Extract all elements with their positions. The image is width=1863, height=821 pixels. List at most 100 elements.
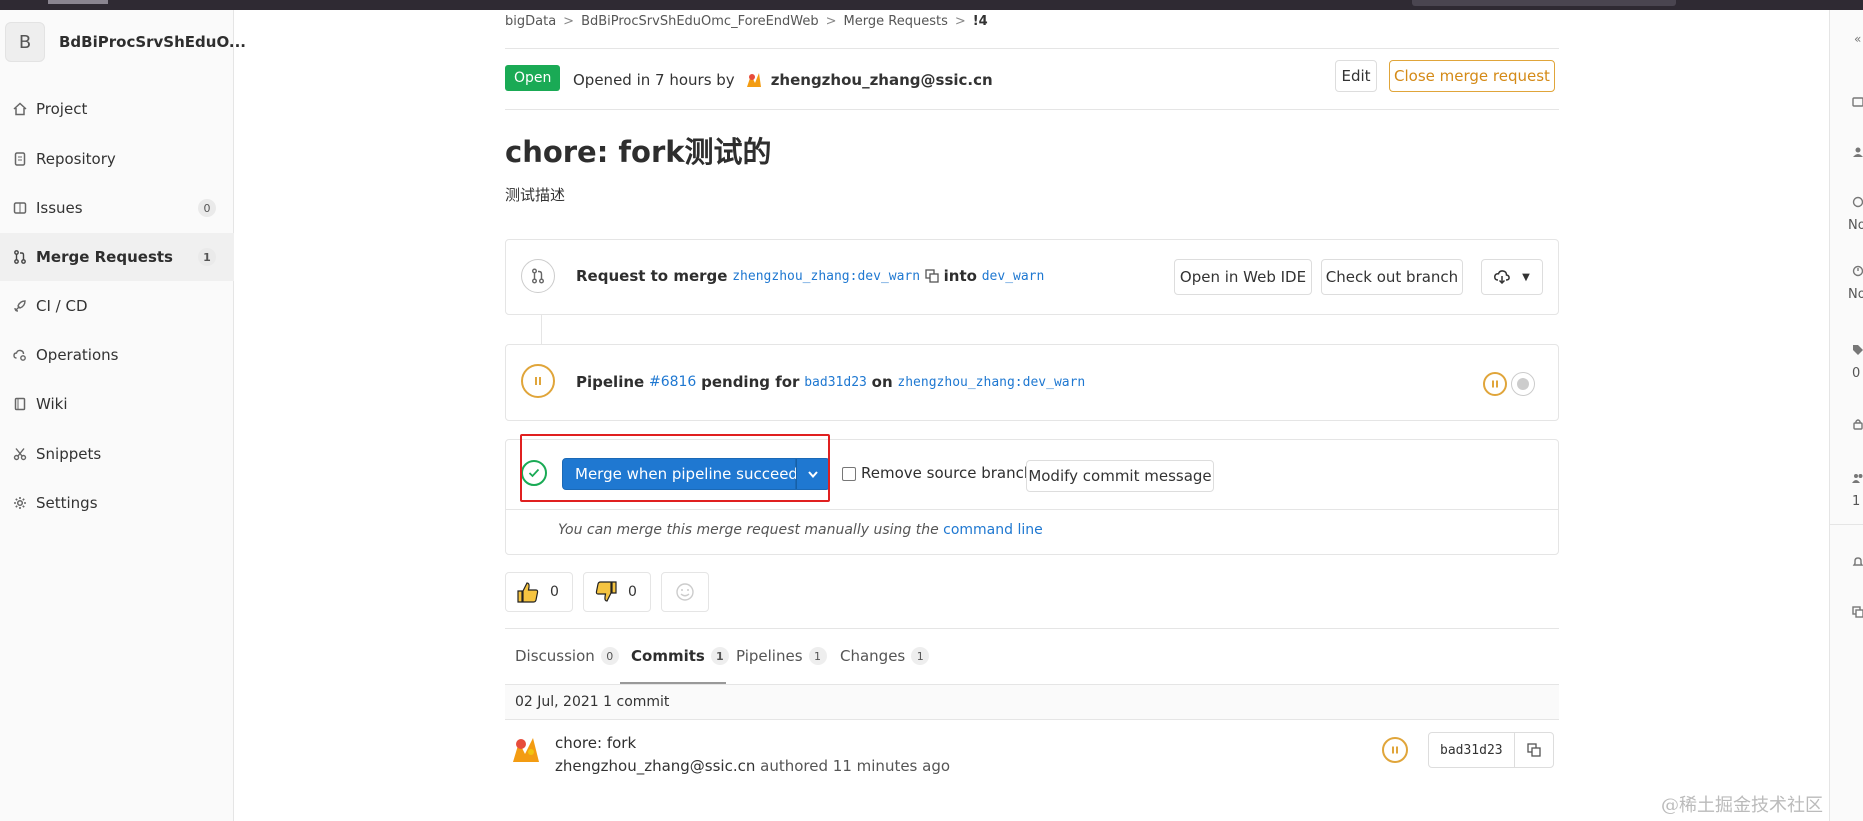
breadcrumb: bigData > BdBiProcSrvShEduOmc_ForeEndWeb > M… <box>505 14 988 29</box>
notifications-icon[interactable] <box>1852 556 1863 570</box>
remove-source-branch-checkbox[interactable] <box>842 467 856 481</box>
commit-pipeline-pending-icon[interactable] <box>1382 737 1408 763</box>
tab-count: 1 <box>808 647 827 665</box>
participants-count: 1 <box>1852 494 1861 509</box>
milestone-icon[interactable] <box>1852 196 1863 210</box>
sidebar-item-wiki[interactable]: Wiki <box>0 380 234 428</box>
tab-commits[interactable]: Commits 1 <box>631 647 729 665</box>
tab-changes[interactable]: Changes 1 <box>840 647 930 665</box>
thumbs-up-award-button[interactable]: 0 <box>505 572 573 612</box>
sidebar-item-label: Wiki <box>36 395 68 413</box>
issues-count-badge: 0 <box>198 199 216 217</box>
check-out-branch-button[interactable]: Check out branch <box>1321 259 1463 295</box>
thumbs-up-count: 0 <box>550 584 559 600</box>
commit-date-header: 02 Jul, 2021 1 commit <box>505 684 1559 720</box>
connector-line <box>541 315 542 344</box>
download-dropdown-button[interactable]: ▼ <box>1481 259 1543 295</box>
top-navbar <box>0 0 1863 10</box>
close-merge-request-button[interactable]: Close merge request <box>1389 60 1555 92</box>
breadcrumb-project[interactable]: BdBiProcSrvShEduOmc_ForeEndWeb <box>581 14 819 29</box>
merge-request-tabs: Discussion 0 Commits 1 Pipelines 1 Changes 1 <box>505 628 1559 685</box>
status-badge: Open <box>505 65 561 91</box>
thumbs-down-award-button[interactable]: 0 <box>583 572 651 612</box>
tab-count: 0 <box>600 647 619 665</box>
copy-sha-button[interactable] <box>1515 733 1553 767</box>
sidebar-item-snippets[interactable]: Snippets <box>0 430 234 478</box>
commit-sha-button[interactable]: bad31d23 <box>1429 733 1515 767</box>
breadcrumb-mr-id[interactable]: !4 <box>973 14 988 29</box>
collapse-icon[interactable]: « <box>1854 32 1863 46</box>
mr-description: 测试描述 <box>505 186 566 204</box>
author-name[interactable]: zhengzhou_zhang@ssic.cn <box>771 71 993 89</box>
stage-pending-icon[interactable] <box>1483 372 1507 396</box>
sidebar-item-ci-cd[interactable]: CI / CD <box>0 282 234 330</box>
time-tracking-value: No <box>1848 287 1863 302</box>
commit-author-avatar[interactable] <box>509 732 543 766</box>
pipeline-pending-icon[interactable] <box>521 364 555 398</box>
divider <box>505 48 1559 49</box>
sidebar-item-label: Settings <box>36 494 98 512</box>
lock-icon[interactable] <box>1852 418 1863 432</box>
authored-text: authored <box>760 757 829 775</box>
author-avatar[interactable] <box>743 69 765 91</box>
doc-icon <box>12 151 28 167</box>
labels-value: 0 <box>1852 366 1861 381</box>
manual-merge-text: You can merge this merge request manuall… <box>558 522 939 538</box>
sidebar-item-issues[interactable]: Issues 0 <box>0 184 234 232</box>
sidebar-item-settings[interactable]: Settings <box>0 479 234 527</box>
search-input[interactable] <box>1412 0 1676 6</box>
commit-title[interactable]: chore: fork <box>555 734 636 752</box>
stage-created-icon[interactable] <box>1511 372 1535 396</box>
sidebar-item-merge-requests[interactable]: Merge Requests 1 <box>0 233 234 281</box>
merge-requests-count-badge: 1 <box>198 248 216 266</box>
copy-reference-icon[interactable] <box>1852 606 1863 620</box>
annotation-highlight-box <box>520 434 830 502</box>
sidebar-item-label: Issues <box>36 199 83 217</box>
book-icon <box>12 396 28 412</box>
sidebar-item-label: Repository <box>36 150 116 168</box>
commit-time: 11 minutes ago <box>832 757 951 775</box>
modify-commit-message-button[interactable]: Modify commit message <box>1026 460 1214 492</box>
gitlab-logo[interactable] <box>48 0 108 4</box>
source-branch[interactable]: zhengzhou_zhang:dev_warn <box>732 269 920 284</box>
home-icon <box>12 101 28 117</box>
pipeline-id-link[interactable]: #6816 <box>649 374 696 390</box>
thumbs-down-icon <box>595 581 617 602</box>
tab-pipelines[interactable]: Pipelines 1 <box>736 647 827 665</box>
pipeline-prefix: Pipeline <box>576 373 645 391</box>
commit-author[interactable]: zhengzhou_zhang@ssic.cn <box>555 757 755 775</box>
remove-source-branch-label[interactable]: Remove source branch <box>861 464 1033 482</box>
project-avatar: B <box>5 22 45 62</box>
todo-icon[interactable] <box>1852 96 1863 110</box>
sidebar-item-project[interactable]: Project <box>0 85 234 133</box>
page-title: chore: fork测试的 <box>505 135 772 169</box>
pipeline-ref-link[interactable]: zhengzhou_zhang:dev_warn <box>897 375 1085 390</box>
add-reaction-button[interactable] <box>661 572 709 612</box>
opened-info: Opened in 7 hours by zhengzhou_zhang@ssi… <box>573 69 993 91</box>
participants-icon[interactable] <box>1852 472 1863 486</box>
assignee-icon[interactable] <box>1852 146 1863 160</box>
target-branch[interactable]: dev_warn <box>982 269 1045 284</box>
sidebar-item-operations[interactable]: Operations <box>0 331 234 379</box>
divider <box>506 509 1558 510</box>
labels-icon[interactable] <box>1852 344 1863 358</box>
breadcrumb-merge-requests[interactable]: Merge Requests <box>844 14 948 29</box>
tab-label: Pipelines <box>736 647 803 665</box>
command-line-link[interactable]: command line <box>943 522 1043 538</box>
edit-button[interactable]: Edit <box>1335 60 1377 92</box>
open-in-web-ide-button[interactable]: Open in Web IDE <box>1174 259 1312 295</box>
commit-sha-group: bad31d23 <box>1428 732 1554 768</box>
time-tracking-icon[interactable] <box>1852 265 1863 279</box>
copy-branch-icon[interactable] <box>925 269 939 283</box>
breadcrumb-group[interactable]: bigData <box>505 14 556 29</box>
issues-icon <box>12 200 28 216</box>
tab-label: Discussion <box>515 647 595 665</box>
tab-discussion[interactable]: Discussion 0 <box>515 647 619 665</box>
merge-widget: Merge when pipeline succeeds Remove sour… <box>505 434 1559 555</box>
sidebar-item-repository[interactable]: Repository <box>0 135 234 183</box>
merge-request-icon <box>12 249 28 265</box>
sidebar-item-label: Operations <box>36 346 119 364</box>
project-header[interactable]: B BdBiProcSrvShEduO... <box>5 22 246 62</box>
pipeline-sha-link[interactable]: bad31d23 <box>804 375 867 390</box>
rocket-icon <box>12 298 28 314</box>
